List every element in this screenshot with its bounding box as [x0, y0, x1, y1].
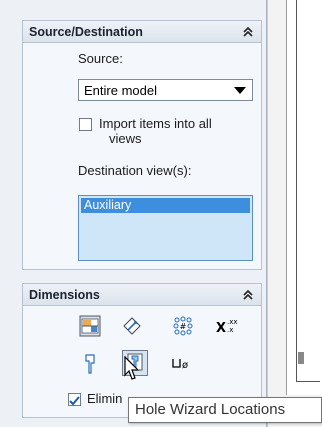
- source-dropdown[interactable]: Entire model: [78, 79, 253, 101]
- hole-wizard-locations-tooltip: Hole Wizard Locations: [128, 397, 322, 423]
- import-items-checkbox[interactable]: [79, 118, 92, 131]
- not-marked-for-drawing-icon[interactable]: [120, 314, 144, 338]
- svg-text:#: #: [180, 322, 187, 331]
- sheet-border-line-foot: [296, 381, 320, 382]
- dimensions-title: Dimensions: [29, 287, 100, 302]
- svg-text:ø: ø: [182, 360, 188, 371]
- eliminate-duplicates-label: Elimin: [87, 391, 123, 406]
- marked-for-drawing-icon[interactable]: [78, 314, 102, 338]
- source-label: Source:: [78, 51, 123, 66]
- destination-views-label: Destination view(s):: [78, 163, 192, 178]
- mouse-pointer-icon: [124, 355, 142, 385]
- eliminate-duplicates-checkbox[interactable]: [68, 393, 81, 406]
- svg-text:X: X: [216, 321, 226, 336]
- drawing-sheet: [286, 0, 322, 395]
- list-item[interactable]: Auxiliary: [81, 198, 250, 213]
- import-items-label-line2: views: [109, 131, 142, 146]
- hole-wizard-profiles-icon[interactable]: [78, 352, 102, 376]
- sheet-mark: [298, 352, 304, 364]
- source-destination-title: Source/Destination: [29, 24, 143, 39]
- collapse-chevron-icon[interactable]: [241, 288, 255, 302]
- instance-count-icon[interactable]: #: [171, 314, 195, 338]
- dropdown-arrow-icon[interactable]: [234, 87, 246, 94]
- collapse-chevron-icon[interactable]: [241, 25, 255, 39]
- dimensions-header[interactable]: Dimensions: [23, 284, 261, 306]
- import-items-label-line1: Import items into all: [99, 116, 212, 131]
- svg-text:.xx: .xx: [227, 318, 238, 326]
- sheet-border-line: [296, 0, 297, 382]
- destination-views-list[interactable]: Auxiliary: [78, 195, 253, 261]
- tolerance-dimension-icon[interactable]: X .xx .x: [215, 314, 239, 338]
- source-dropdown-value: Entire model: [84, 82, 157, 98]
- svg-text:.x: .x: [227, 326, 233, 334]
- hole-callout-icon[interactable]: ø: [171, 352, 195, 376]
- source-destination-group: Source/Destination Source: Entire model …: [22, 20, 262, 270]
- source-destination-header[interactable]: Source/Destination: [23, 21, 261, 43]
